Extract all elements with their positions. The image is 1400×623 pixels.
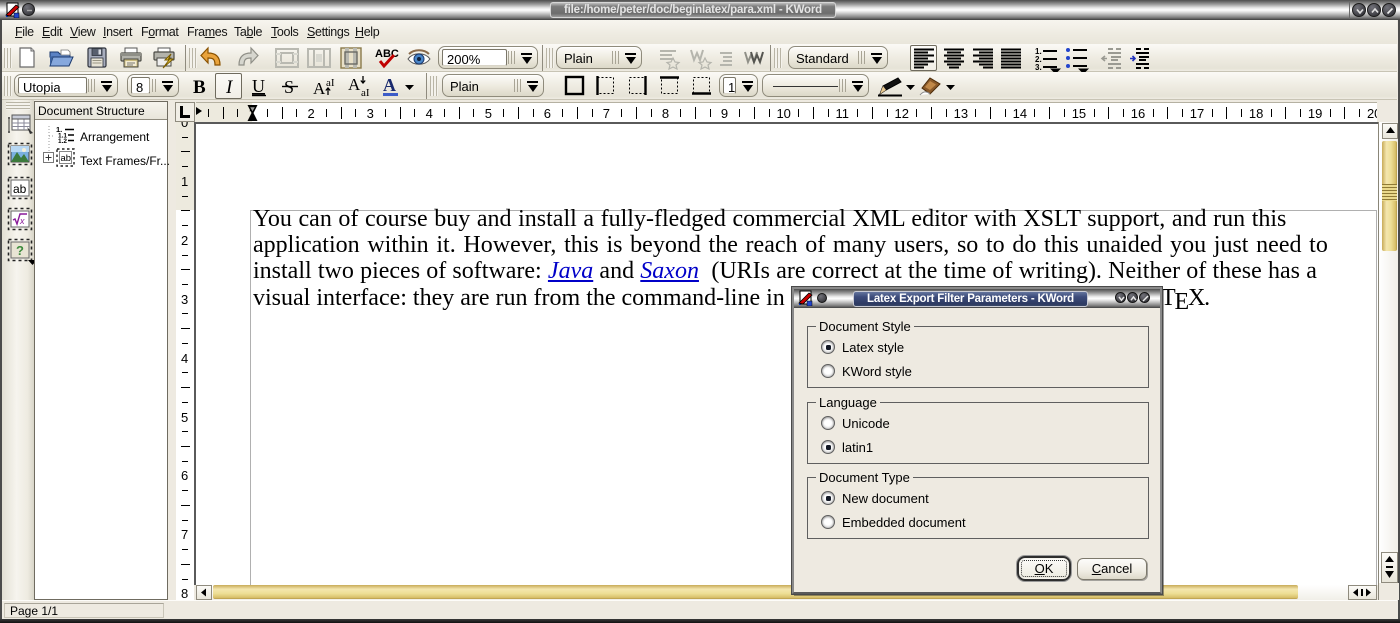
svg-text:A: A	[348, 75, 361, 94]
svg-text:aI: aI	[326, 77, 335, 89]
svg-text:A: A	[383, 75, 396, 95]
svg-text:3.: 3.	[1035, 63, 1042, 72]
svg-text:B: B	[193, 77, 206, 98]
svg-text:?: ?	[16, 243, 24, 258]
svg-text:ab: ab	[61, 153, 72, 164]
svg-text:A: A	[313, 79, 326, 98]
svg-text:I: I	[225, 77, 234, 98]
svg-text:aI: aI	[361, 87, 370, 98]
svg-text:1.2: 1.2	[58, 138, 67, 144]
svg-text:U: U	[252, 76, 265, 96]
svg-text:ABC: ABC	[375, 48, 399, 60]
svg-text:x: x	[19, 216, 25, 226]
svg-text:ab: ab	[13, 182, 27, 196]
